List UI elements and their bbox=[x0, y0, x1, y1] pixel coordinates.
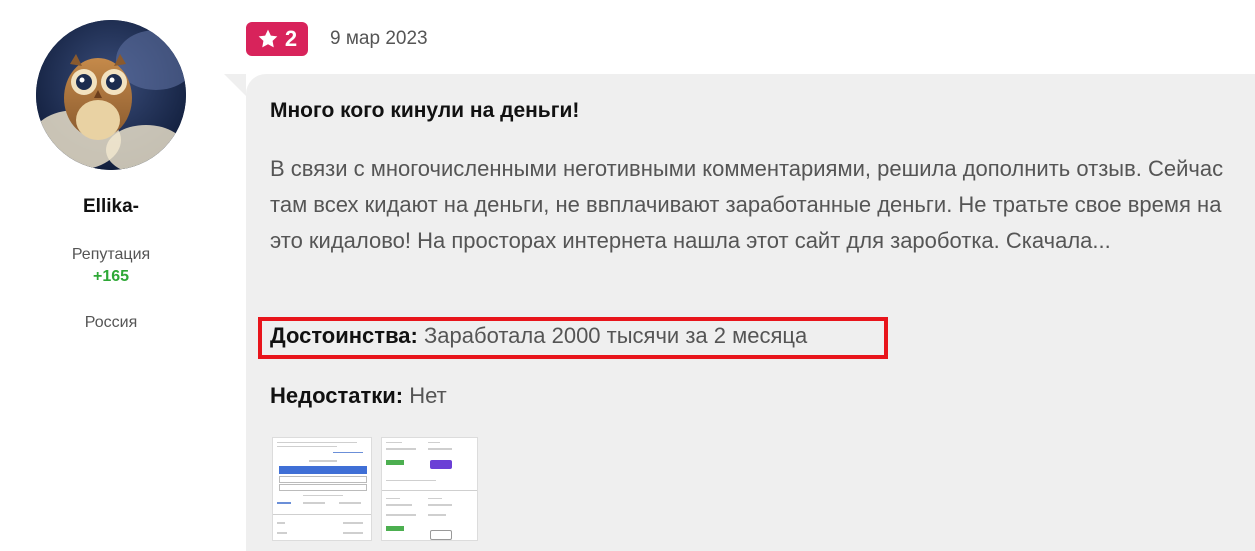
thumb-text-line bbox=[277, 446, 337, 447]
review-date: 9 мар 2023 bbox=[330, 28, 428, 49]
thumb-text-line bbox=[428, 448, 452, 450]
thumb-text-line bbox=[343, 532, 363, 534]
thumb-text-line bbox=[343, 522, 363, 524]
thumb-row bbox=[279, 484, 367, 491]
thumb-text-line bbox=[428, 504, 452, 506]
reputation-value: +165 bbox=[92, 268, 130, 285]
owl-avatar-image bbox=[36, 20, 186, 170]
pros-label: Достоинства: bbox=[270, 323, 418, 348]
pros-text: Заработала 2000 тысячи за 2 месяца bbox=[424, 323, 808, 348]
thumb-divider bbox=[273, 514, 371, 515]
thumb-text-line bbox=[386, 498, 400, 499]
avatar[interactable] bbox=[36, 20, 186, 170]
thumb-blue-button bbox=[279, 466, 367, 474]
thumb-status-badge bbox=[386, 526, 404, 531]
rating-value: 2 bbox=[284, 26, 298, 51]
review-title[interactable]: Много кого кинули на деньги! bbox=[270, 99, 579, 123]
review-body[interactable]: В связи с многочисленными неготивными ко… bbox=[270, 151, 1230, 259]
author-panel: Ellika- Репутация +165 Россия bbox=[0, 0, 222, 551]
thumb-text-line bbox=[309, 460, 337, 462]
author-name[interactable]: Ellika- bbox=[0, 196, 222, 218]
thumb-purple-button bbox=[430, 460, 452, 469]
thumb-text-line bbox=[386, 442, 402, 443]
thumb-text-line bbox=[428, 498, 442, 499]
thumb-text-line bbox=[303, 502, 325, 504]
review-photo-thumbnail[interactable] bbox=[272, 437, 372, 541]
thumb-text-line bbox=[333, 452, 363, 453]
thumb-row bbox=[279, 476, 367, 483]
star-icon bbox=[258, 29, 278, 48]
reputation-label: Репутация bbox=[71, 246, 151, 263]
review-photo-thumbnail[interactable] bbox=[381, 437, 478, 541]
thumb-text-line bbox=[303, 495, 343, 496]
thumb-button bbox=[430, 530, 452, 540]
cons-label: Недостатки: bbox=[270, 383, 404, 408]
thumb-text-line bbox=[386, 504, 412, 506]
thumb-text-line bbox=[428, 442, 440, 443]
thumb-text-line bbox=[428, 514, 446, 516]
thumb-text-line bbox=[277, 532, 287, 534]
rating-badge: 2 bbox=[246, 22, 308, 56]
thumb-status-badge bbox=[386, 460, 404, 465]
thumb-text-line bbox=[277, 522, 285, 524]
cons-text: Нет bbox=[409, 383, 447, 408]
author-location: Россия bbox=[84, 314, 138, 331]
thumb-text-line bbox=[386, 514, 416, 516]
card-pointer bbox=[224, 74, 246, 96]
pros-line: Достоинства: Заработала 2000 тысячи за 2… bbox=[270, 323, 807, 349]
thumb-text-line bbox=[277, 502, 291, 504]
cons-line: Недостатки: Нет bbox=[270, 383, 447, 409]
thumb-divider bbox=[382, 490, 477, 491]
thumb-text-line bbox=[339, 502, 361, 504]
thumb-text-line bbox=[277, 442, 357, 443]
thumb-text-line bbox=[386, 480, 436, 481]
thumb-text-line bbox=[386, 448, 416, 450]
